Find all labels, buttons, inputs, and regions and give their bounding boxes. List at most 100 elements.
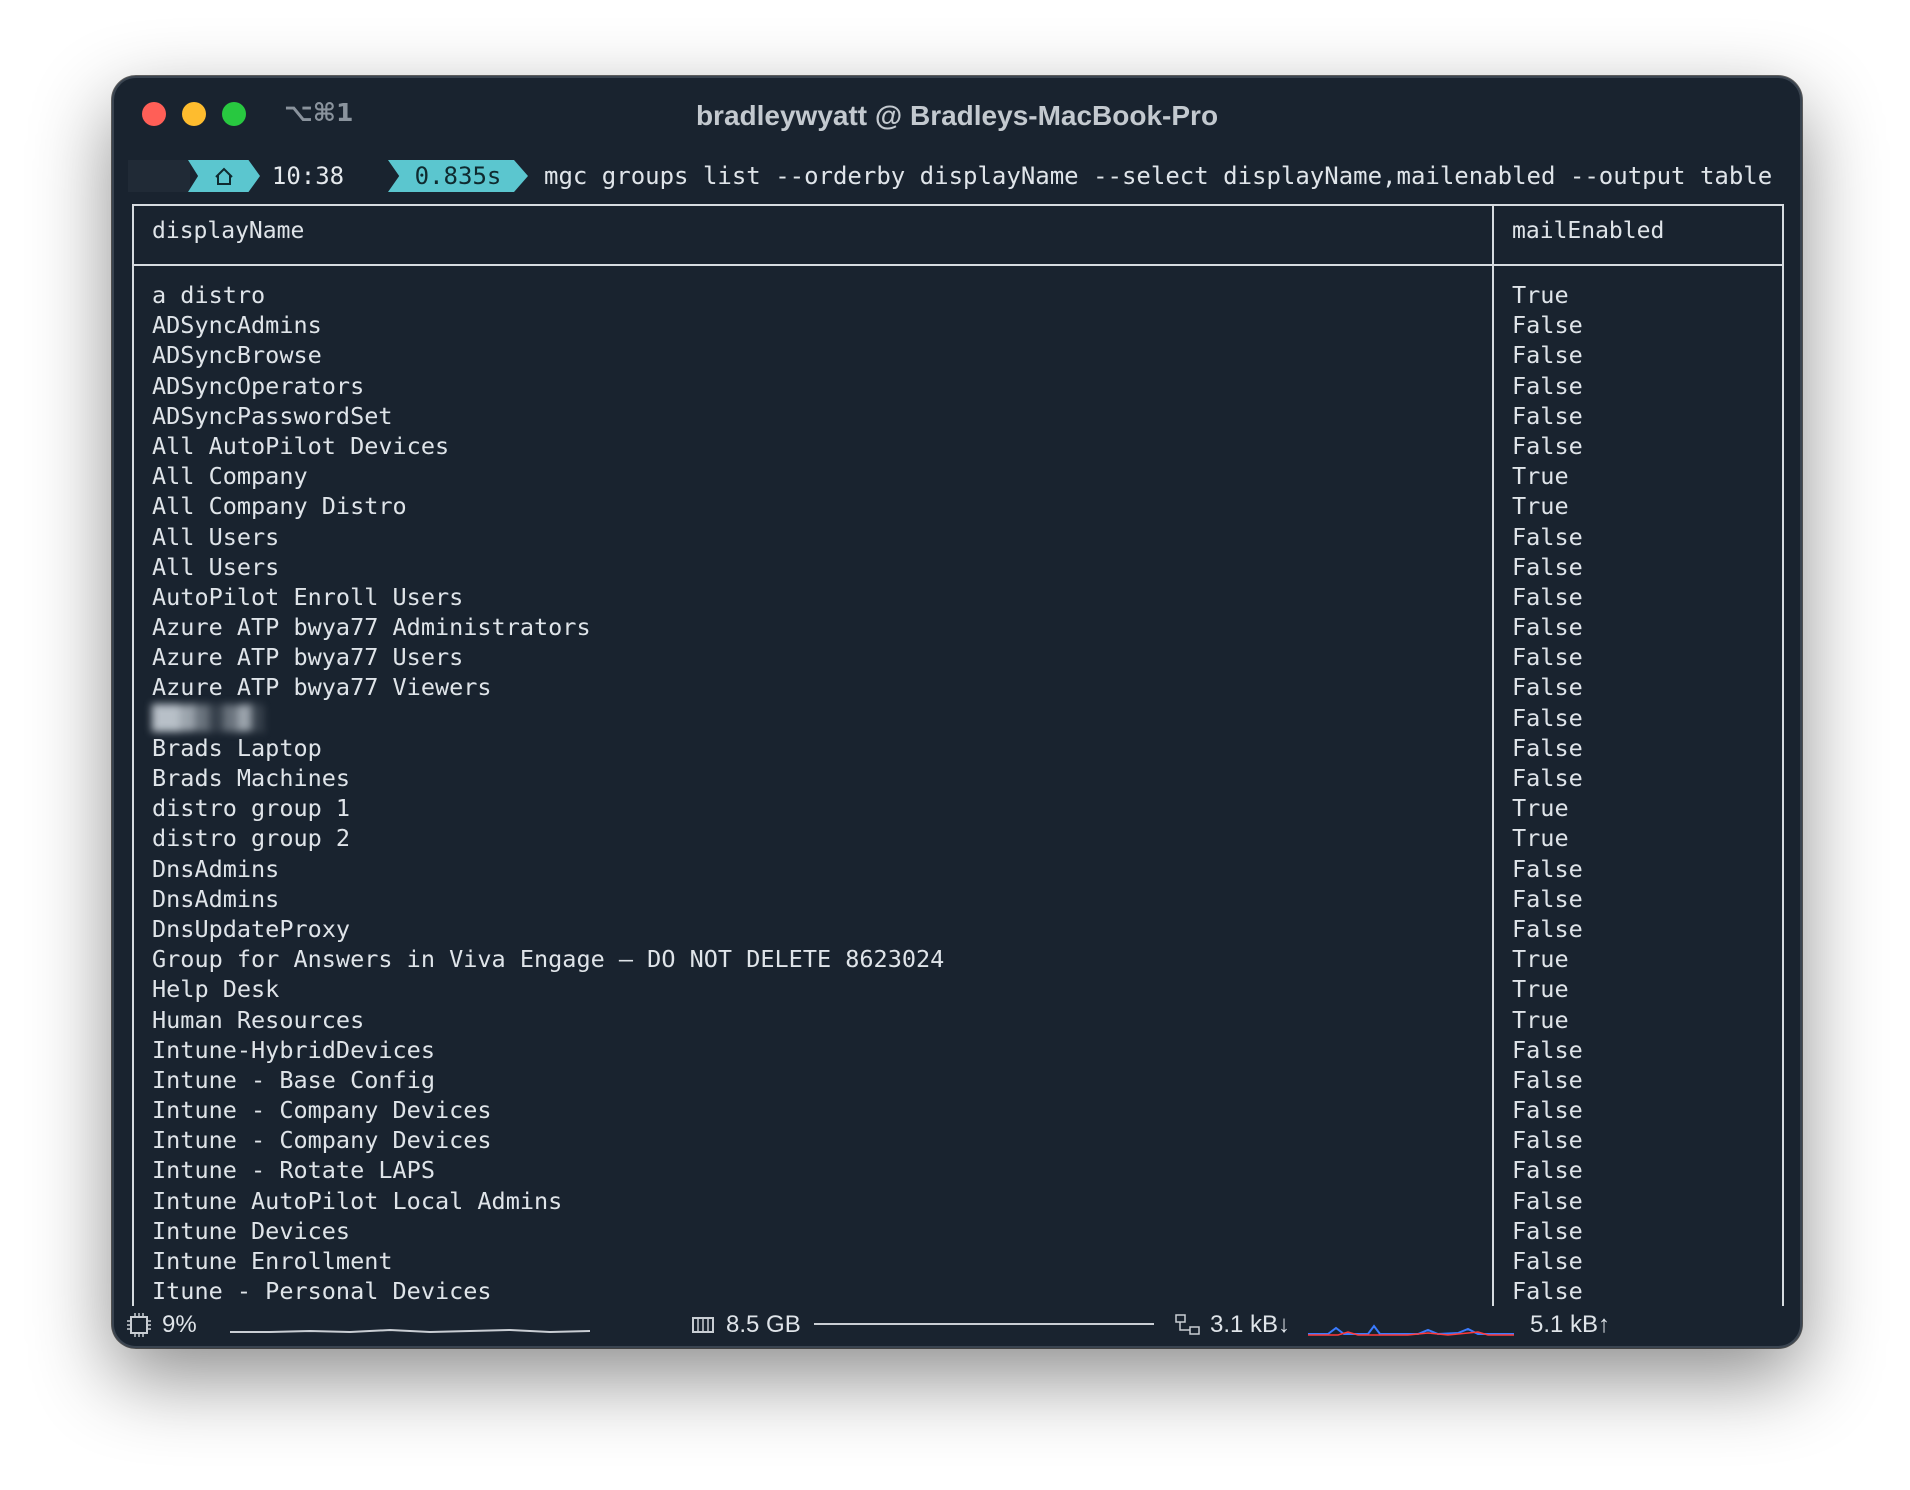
cell-mailenabled: False [1512, 1216, 1583, 1245]
table-row: DnsAdmins False [134, 854, 1782, 884]
cell-mailenabled: False [1512, 1247, 1583, 1275]
command-text[interactable]: mgc groups list --orderby displayName --… [544, 160, 1772, 192]
prompt-duration: 0.835s [388, 160, 528, 192]
cell-mailenabled: False [1512, 1186, 1583, 1215]
cell-mailenabled: False [1512, 1156, 1583, 1185]
cell-displayname: ██▓▒░▒▓░ [152, 703, 265, 733]
table-row: Intune - Company Devices False [134, 1125, 1782, 1155]
status-bar: 9% 8.5 GB 3.1 kB↓ 5.1 kB↑ [114, 1306, 1800, 1344]
cell-displayname: distro group 1 [152, 794, 351, 823]
cell-mailenabled: False [1512, 1277, 1583, 1306]
window-title: bradleywyatt @ Bradleys-MacBook-Pro [695, 100, 1219, 131]
cpu-icon [127, 1313, 151, 1337]
table-row: Intune - Company Devices False [134, 1095, 1782, 1125]
table-row: ██▓▒░▒▓░ False [134, 703, 1782, 733]
header-divider [134, 264, 1782, 266]
cell-displayname: Intune - Base Config [152, 1065, 435, 1094]
cell-mailenabled: True [1512, 975, 1569, 1004]
cell-displayname: All Users [152, 552, 280, 581]
table-row: DnsUpdateProxy False [134, 914, 1782, 944]
cell-displayname: All Company [152, 462, 308, 491]
cell-displayname: ADSyncAdmins [152, 311, 322, 340]
cell-mailenabled: True [1512, 492, 1569, 521]
cell-displayname: Human Resources [152, 1005, 365, 1034]
prompt-line: 10:38 0.835s mgc groups list --orderby d… [128, 156, 1788, 196]
cell-mailenabled: True [1512, 462, 1569, 491]
table-row: distro group 1 True [134, 793, 1782, 823]
cell-displayname: All Users [152, 522, 280, 551]
home-segment [188, 160, 260, 192]
cell-displayname: Intune-HybridDevices [152, 1035, 435, 1064]
table-row: All Company True [134, 461, 1782, 491]
cell-displayname: Intune - Company Devices [152, 1096, 492, 1125]
cell-mailenabled: False [1512, 643, 1583, 672]
cell-mailenabled: False [1512, 673, 1583, 702]
cell-mailenabled: False [1512, 582, 1583, 611]
cell-displayname: Azure ATP bwya77 Administrators [152, 613, 591, 642]
cell-mailenabled: True [1512, 794, 1569, 823]
memory-sparkline [814, 1323, 1154, 1325]
cell-mailenabled: False [1512, 1065, 1583, 1094]
cell-displayname: Intune AutoPilot Local Admins [152, 1186, 563, 1215]
network-up: 5.1 kB↑ [1530, 1311, 1611, 1338]
cell-mailenabled: False [1512, 854, 1583, 883]
cell-mailenabled: False [1512, 733, 1583, 762]
table-row: Intune Enrollment False [134, 1246, 1782, 1276]
table-row: Itune - Personal Devices False [134, 1276, 1782, 1306]
table-row: All Users False [134, 552, 1782, 582]
table-row: Intune AutoPilot Local Admins False [134, 1186, 1782, 1216]
cell-displayname: Brads Laptop [152, 733, 322, 762]
prompt-time: 10:38 [271, 162, 345, 190]
cell-displayname: All Company Distro [152, 492, 407, 521]
cell-mailenabled: False [1512, 311, 1583, 340]
cell-displayname: Azure ATP bwya77 Viewers [152, 673, 492, 702]
cell-displayname: Intune - Company Devices [152, 1126, 492, 1155]
cell-displayname: DnsAdmins [152, 854, 280, 883]
table-rows: a distro True ADSyncAdmins False ADSyncBrows… [134, 280, 1782, 1306]
network-down: 3.1 kB↓ [1210, 1311, 1291, 1338]
apple-icon [128, 160, 190, 192]
network-icon [1175, 1314, 1200, 1335]
cell-mailenabled: False [1512, 764, 1583, 792]
cell-mailenabled: False [1512, 522, 1583, 551]
table-row: All Users False [134, 522, 1782, 552]
cpu-usage: 9% [162, 1311, 197, 1338]
table-row: Azure ATP bwya77 Viewers False [134, 672, 1782, 702]
terminal-window: ⌥⌘1 bradleywyatt @ Bradleys-MacBook-Pro … [112, 76, 1802, 1348]
cell-mailenabled: True [1512, 824, 1569, 853]
cell-displayname: Azure ATP bwya77 Users [152, 643, 464, 672]
table-row: a distro True [134, 280, 1782, 310]
cell-displayname: Group for Answers in Viva Engage — DO NO… [152, 945, 945, 974]
cell-mailenabled: False [1512, 914, 1583, 943]
cell-mailenabled: False [1512, 431, 1583, 460]
cell-displayname: distro group 2 [152, 824, 351, 853]
cell-displayname: ADSyncPasswordSet [152, 401, 393, 430]
cell-displayname: Intune Enrollment [152, 1247, 393, 1275]
cell-mailenabled: False [1512, 1126, 1583, 1155]
cell-displayname: Brads Machines [152, 764, 351, 792]
home-icon [215, 167, 233, 185]
cell-displayname: ADSyncBrowse [152, 341, 322, 370]
header-displayname: displayName [152, 218, 305, 244]
cell-displayname: DnsUpdateProxy [152, 914, 351, 943]
cell-displayname: Intune Devices [152, 1216, 351, 1245]
table-row: distro group 2 True [134, 823, 1782, 853]
memory-usage: 8.5 GB [726, 1311, 801, 1338]
table-row: Intune-HybridDevices False [134, 1035, 1782, 1065]
cell-displayname: Help Desk [152, 975, 280, 1004]
cell-mailenabled: False [1512, 613, 1583, 642]
table-row: Brads Laptop False [134, 733, 1782, 763]
table-row: All AutoPilot Devices False [134, 431, 1782, 461]
table-row: Help Desk True [134, 974, 1782, 1004]
cell-displayname: DnsAdmins [152, 884, 280, 913]
table-row: ADSyncPasswordSet False [134, 401, 1782, 431]
table-row: ADSyncBrowse False [134, 340, 1782, 370]
cell-displayname: AutoPilot Enroll Users [152, 582, 464, 611]
table-row: All Company Distro True [134, 491, 1782, 521]
redacted-name: ██▓▒░▒▓░ [152, 703, 266, 732]
table-row: Group for Answers in Viva Engage — DO NO… [134, 944, 1782, 974]
cell-mailenabled: False [1512, 401, 1583, 430]
table-row: Intune Devices False [134, 1216, 1782, 1246]
cell-mailenabled: False [1512, 1035, 1583, 1064]
cell-mailenabled: False [1512, 552, 1583, 581]
